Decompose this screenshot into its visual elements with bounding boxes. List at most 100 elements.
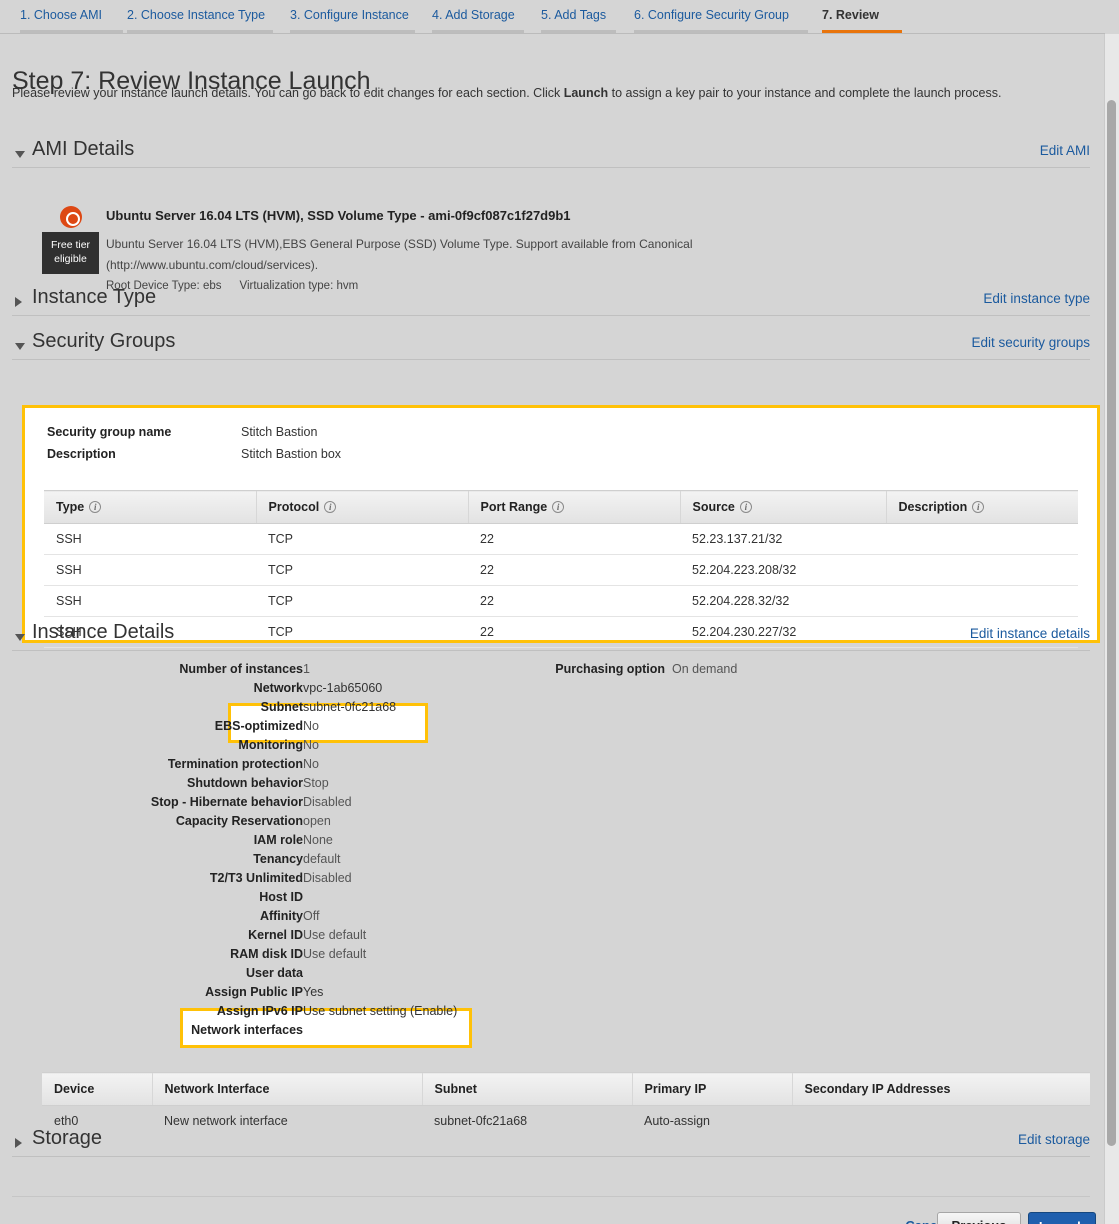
tab-label: 1. Choose AMI <box>20 8 102 22</box>
chevron-down-icon[interactable] <box>15 634 25 641</box>
network-interfaces-table-wrap: Device Network Interface Subnet Primary … <box>42 1072 1090 1136</box>
free-tier-badge: Free tier eligible <box>42 232 99 274</box>
info-icon[interactable]: i <box>972 501 984 513</box>
divider <box>12 650 1090 651</box>
detail-label: Stop - Hibernate behavior <box>3 795 303 809</box>
column-header-primary-ip: Primary IP <box>632 1073 792 1106</box>
detail-row-t2-t3-unlimited: T2/T3 Unlimited <box>3 871 303 890</box>
tab-choose-ami[interactable]: 1. Choose AMI <box>20 8 123 33</box>
tab-label: 3. Configure Instance <box>290 8 409 22</box>
cell-protocol: TCP <box>256 524 468 555</box>
table-row: SSH TCP 22 52.204.228.32/32 <box>44 586 1078 617</box>
column-header-protocol: Protocoli <box>256 491 468 524</box>
ec2-review-instance-launch-page: 1. Choose AMI 2. Choose Instance Type 3.… <box>0 0 1119 1224</box>
section-header-storage: Storage Edit storage <box>12 1130 1090 1162</box>
tab-configure-instance[interactable]: 3. Configure Instance <box>290 8 415 33</box>
page-intro-bold: Launch <box>564 86 608 100</box>
table-header-row: Device Network Interface Subnet Primary … <box>42 1073 1090 1106</box>
detail-value: default <box>303 852 341 866</box>
tab-review[interactable]: 7. Review <box>822 8 902 33</box>
launch-button[interactable]: Launch <box>1028 1212 1096 1224</box>
section-title: AMI Details <box>32 138 134 161</box>
detail-row-monitoring: Monitoring <box>3 738 303 757</box>
cell-port-range: 22 <box>468 524 680 555</box>
table-row: SSH TCP 22 52.204.223.208/32 <box>44 555 1078 586</box>
detail-value: Use subnet setting (Enable) <box>303 1004 457 1018</box>
section-title: Security Groups <box>32 330 175 353</box>
column-label: Source <box>693 500 735 514</box>
previous-button[interactable]: Previous <box>937 1212 1021 1224</box>
cell-port-range: 22 <box>468 586 680 617</box>
cell-type: SSH <box>44 555 256 586</box>
tab-configure-security-group[interactable]: 6. Configure Security Group <box>634 8 808 33</box>
info-icon[interactable]: i <box>740 501 752 513</box>
cell-source: 52.204.223.208/32 <box>680 555 886 586</box>
edit-instance-type-link[interactable]: Edit instance type <box>983 291 1090 306</box>
tab-label: 7. Review <box>822 8 879 22</box>
info-icon[interactable]: i <box>89 501 101 513</box>
detail-value: Yes <box>303 985 323 999</box>
detail-label: Network <box>3 681 303 695</box>
section-title: Instance Type <box>32 286 156 309</box>
section-header-instance-type: Instance Type Edit instance type <box>12 289 1090 321</box>
detail-row-stop-hibernate-behavior: Stop - Hibernate behavior <box>3 795 303 814</box>
cell-description <box>886 555 1078 586</box>
detail-row-termination-protection: Termination protection <box>3 757 303 776</box>
column-header-port-range: Port Rangei <box>468 491 680 524</box>
cell-source: 52.23.137.21/32 <box>680 524 886 555</box>
chevron-right-icon[interactable] <box>15 297 22 307</box>
divider <box>12 1156 1090 1157</box>
detail-value: Off <box>303 909 319 923</box>
tab-add-tags[interactable]: 5. Add Tags <box>541 8 616 33</box>
table-header-row: Typei Protocoli Port Rangei Sourcei Desc… <box>44 491 1078 524</box>
column-label: Description <box>899 500 968 514</box>
section-title: Storage <box>32 1127 102 1150</box>
detail-row-affinity: Affinity <box>3 909 303 928</box>
edit-security-groups-link[interactable]: Edit security groups <box>971 335 1090 350</box>
ami-name: Ubuntu Server 16.04 LTS (HVM), SSD Volum… <box>106 208 571 223</box>
edit-storage-link[interactable]: Edit storage <box>1018 1132 1090 1147</box>
detail-label: Tenancy <box>3 852 303 866</box>
detail-row-assign-public-ip: Assign Public IP <box>3 985 303 1004</box>
detail-row-purchasing-option: Purchasing option <box>365 662 665 681</box>
cell-source: 52.204.228.32/32 <box>680 586 886 617</box>
detail-row-number-of-instances: Number of instances <box>3 662 303 681</box>
detail-label: Assign IPv6 IP <box>3 1004 303 1018</box>
tab-label: 6. Configure Security Group <box>634 8 789 22</box>
vertical-scrollbar-thumb[interactable] <box>1107 100 1116 1146</box>
chevron-down-icon[interactable] <box>15 343 25 350</box>
detail-row-user-data: User data <box>3 966 303 985</box>
tab-label: 5. Add Tags <box>541 8 606 22</box>
chevron-down-icon[interactable] <box>15 151 25 158</box>
tab-choose-instance-type[interactable]: 2. Choose Instance Type <box>127 8 273 33</box>
security-group-description-label: Description <box>47 447 116 461</box>
vertical-scrollbar-track[interactable] <box>1104 34 1119 1224</box>
wizard-tab-bar: 1. Choose AMI 2. Choose Instance Type 3.… <box>0 0 1119 33</box>
ami-description: Ubuntu Server 16.04 LTS (HVM),EBS Genera… <box>106 234 866 276</box>
detail-value: Disabled <box>303 871 352 885</box>
detail-value: Use default <box>303 947 366 961</box>
divider <box>12 359 1090 360</box>
detail-row-network: Network <box>3 681 303 700</box>
detail-value: No <box>303 738 319 752</box>
column-header-secondary-ip-addresses: Secondary IP Addresses <box>792 1073 1090 1106</box>
network-interfaces-table: Device Network Interface Subnet Primary … <box>42 1072 1090 1136</box>
cell-type: SSH <box>44 524 256 555</box>
detail-label: Host ID <box>3 890 303 904</box>
section-header-security-groups: Security Groups Edit security groups <box>12 333 1090 365</box>
edit-ami-link[interactable]: Edit AMI <box>1040 143 1090 158</box>
detail-label: Subnet <box>3 700 303 714</box>
chevron-right-icon[interactable] <box>15 1138 22 1148</box>
detail-row-assign-ipv6-ip: Assign IPv6 IP <box>3 1004 303 1023</box>
info-icon[interactable]: i <box>552 501 564 513</box>
edit-instance-details-link[interactable]: Edit instance details <box>970 626 1090 641</box>
info-icon[interactable]: i <box>324 501 336 513</box>
tab-add-storage[interactable]: 4. Add Storage <box>432 8 524 33</box>
detail-label: Monitoring <box>3 738 303 752</box>
divider <box>12 315 1090 316</box>
cell-description <box>886 586 1078 617</box>
column-header-subnet: Subnet <box>422 1073 632 1106</box>
detail-row-ram-disk-id: RAM disk ID <box>3 947 303 966</box>
detail-row-iam-role: IAM role <box>3 833 303 852</box>
detail-row-subnet: Subnet <box>3 700 303 719</box>
